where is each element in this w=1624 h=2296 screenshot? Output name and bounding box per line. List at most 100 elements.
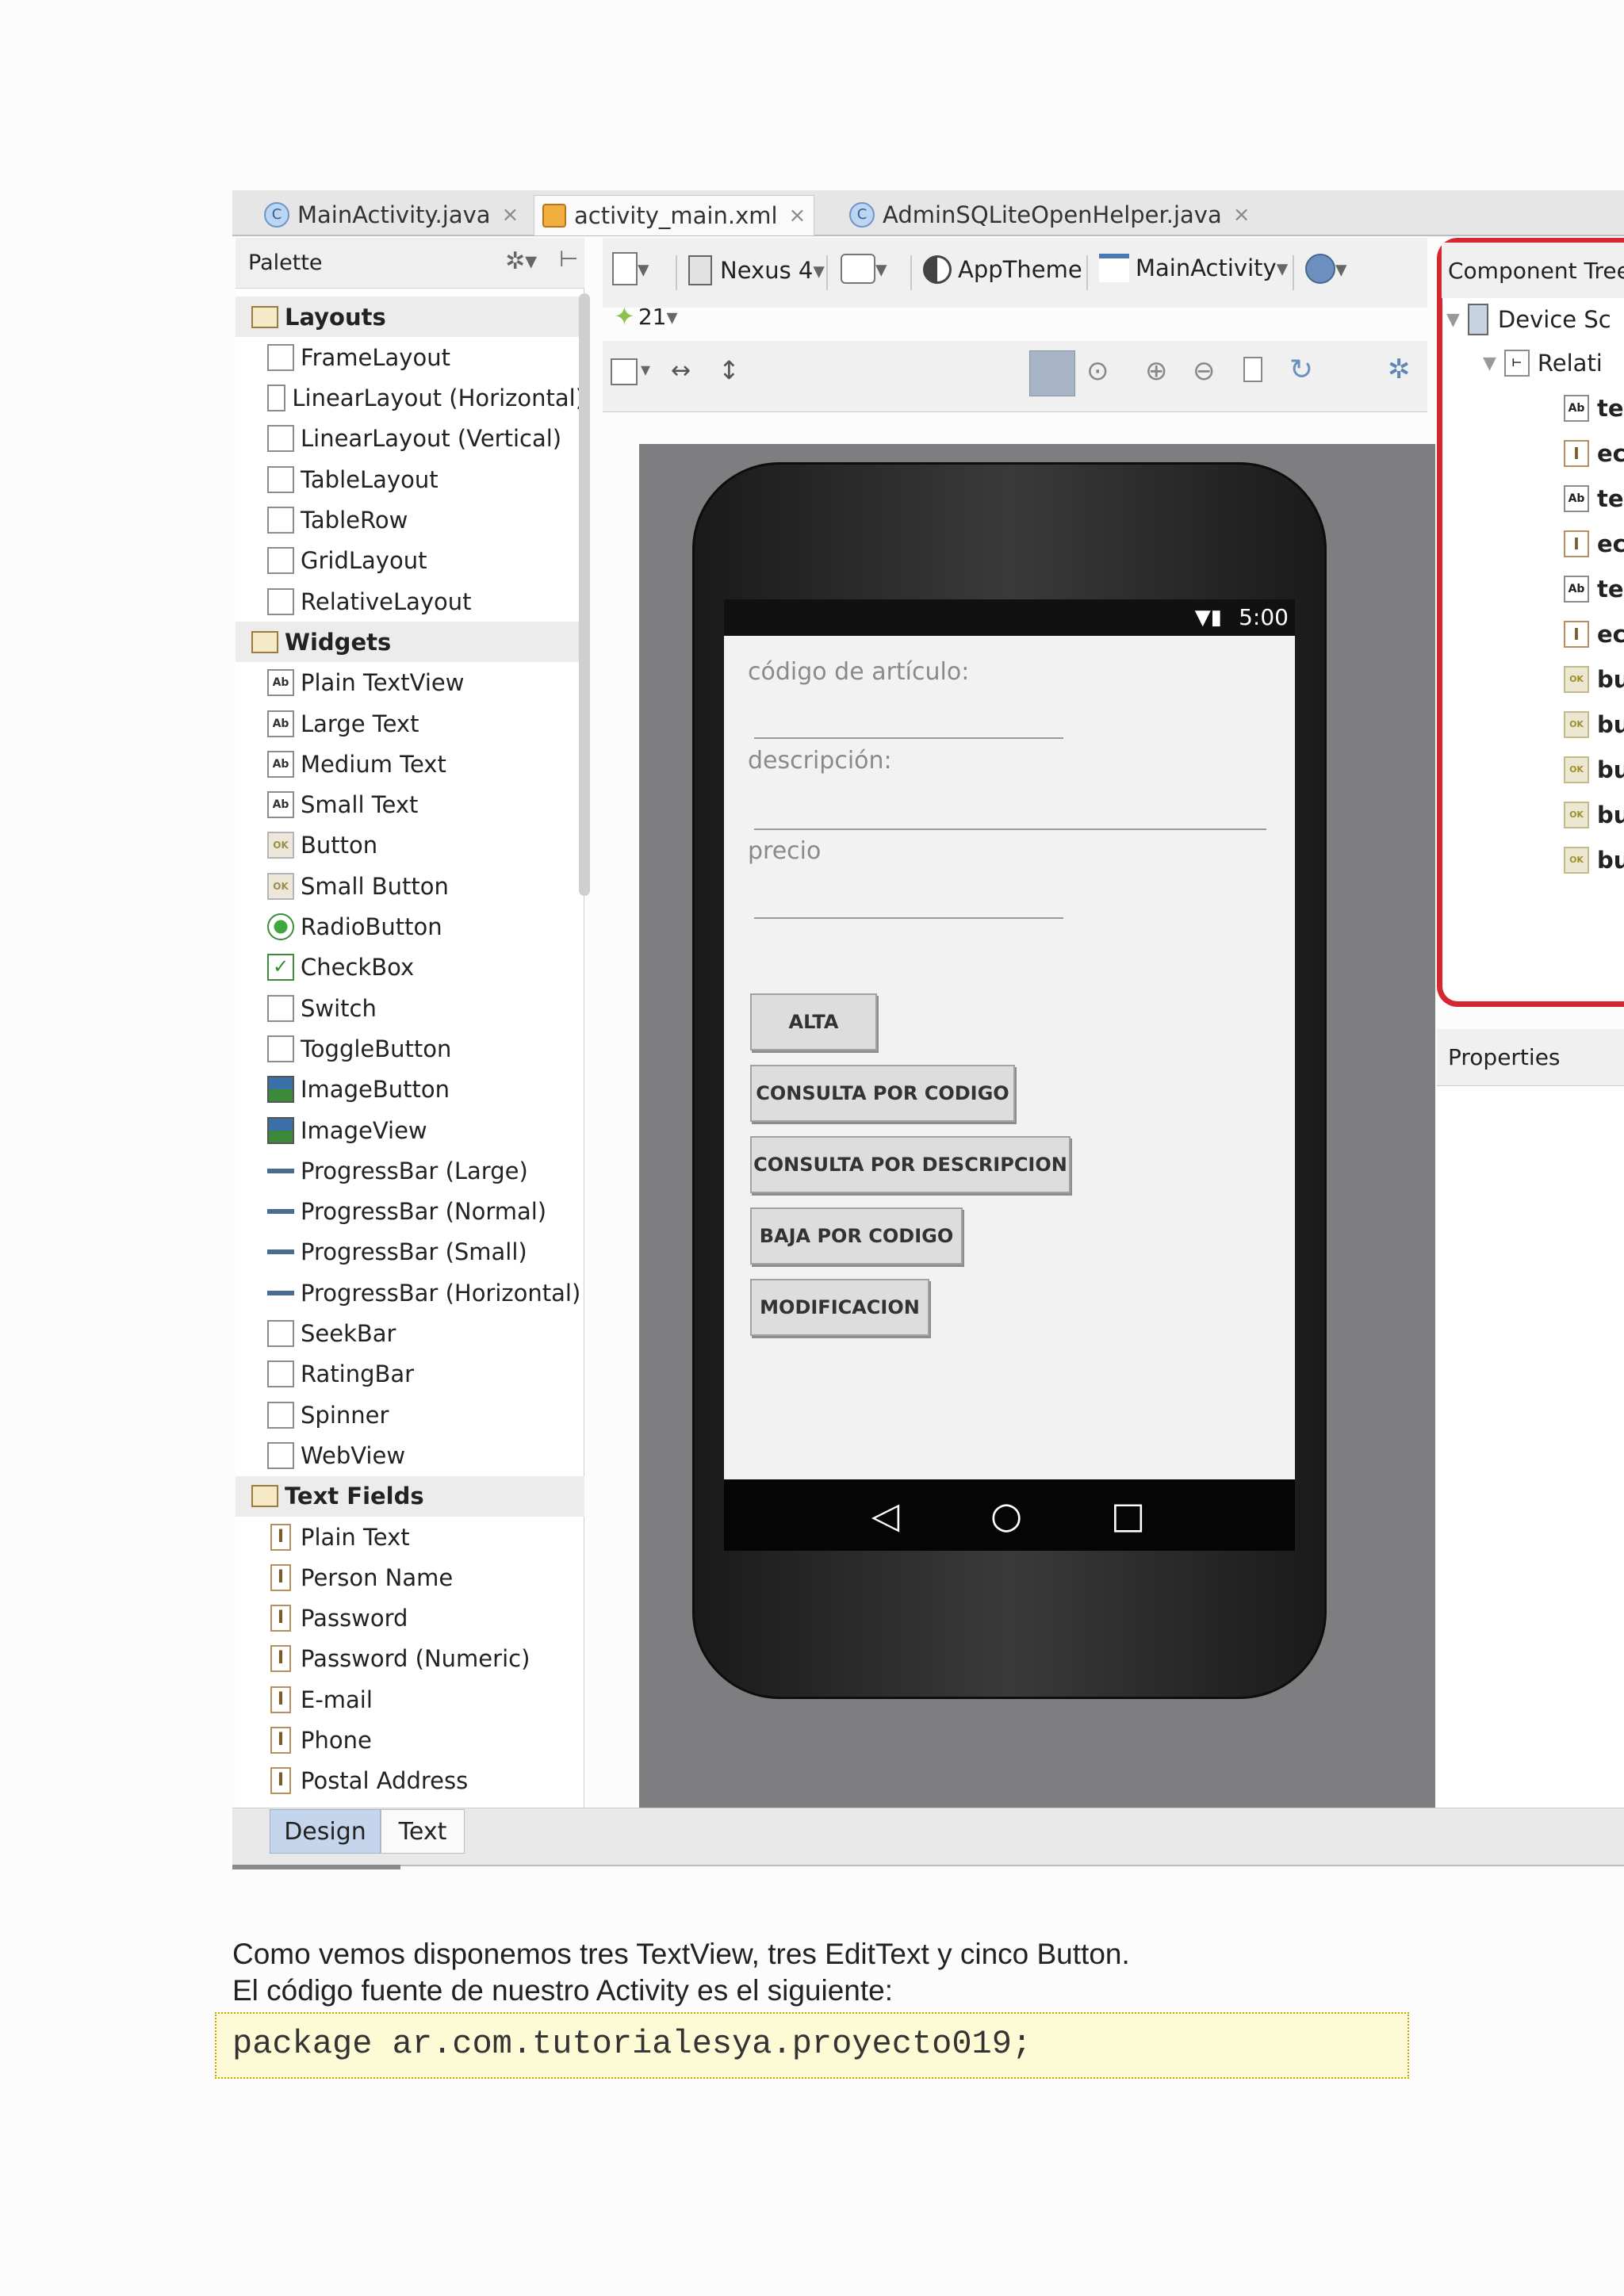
palette-item[interactable]: ImageButton bbox=[236, 1070, 584, 1110]
consulta-descripcion-button[interactable]: CONSULTA POR DESCRIPCION bbox=[750, 1136, 1071, 1193]
palette-item[interactable]: Ab Medium Text bbox=[236, 744, 584, 784]
palette-item[interactable]: WebView bbox=[236, 1435, 584, 1475]
label-descripcion[interactable]: descripción: bbox=[748, 747, 892, 775]
palette-item[interactable]: TableRow bbox=[236, 500, 584, 541]
widget-icon bbox=[267, 994, 294, 1022]
palette-item[interactable]: Switch bbox=[236, 988, 584, 1028]
tree-item-child[interactable]: OK bu bbox=[1564, 660, 1624, 699]
tree-item-child[interactable]: OK bu bbox=[1564, 795, 1624, 835]
tree-item-child[interactable]: Iec bbox=[1564, 524, 1624, 564]
collapse-panel-icon[interactable]: ⊢ bbox=[559, 246, 578, 272]
consulta-codigo-button[interactable]: CONSULTA POR CODIGO bbox=[750, 1065, 1015, 1122]
zoom-in-icon[interactable]: ⊕ bbox=[1145, 355, 1168, 387]
tree-item-child[interactable]: OK bu bbox=[1564, 750, 1624, 790]
palette-item[interactable]: SeekBar bbox=[236, 1314, 584, 1354]
tab-main-activity[interactable]: C MainActivity.java × bbox=[258, 195, 519, 235]
expand-vertical-icon[interactable]: ↕ bbox=[718, 355, 740, 385]
tab-activity-main-xml[interactable]: activity_main.xml × bbox=[534, 195, 815, 235]
device-preview-dropdown[interactable]: ▾ bbox=[612, 252, 649, 285]
palette-item[interactable]: I Postal Address bbox=[236, 1761, 584, 1801]
locale-dropdown[interactable]: ▾ bbox=[1305, 254, 1347, 284]
settings-gear-icon[interactable]: ✲ bbox=[1388, 354, 1411, 385]
close-icon[interactable]: × bbox=[789, 204, 806, 228]
tree-item-child[interactable]: OK bu bbox=[1564, 840, 1624, 880]
palette-item[interactable]: LinearLayout (Vertical) bbox=[236, 419, 584, 459]
palette-item[interactable]: ImageView bbox=[236, 1110, 584, 1150]
palette-category[interactable]: Widgets bbox=[236, 622, 584, 663]
tree-item-child[interactable]: Ab te bbox=[1564, 388, 1624, 428]
palette-category-label: Text Fields bbox=[285, 1483, 424, 1510]
tree-item-device-screen[interactable]: ▼ Device Sc bbox=[1443, 300, 1624, 339]
zoom-actual-icon[interactable]: ⊙ bbox=[1086, 355, 1109, 387]
baja-codigo-button[interactable]: BAJA POR CODIGO bbox=[750, 1207, 963, 1265]
palette-item[interactable]: I Phone bbox=[236, 1720, 584, 1761]
palette-category[interactable]: Text Fields bbox=[236, 1475, 584, 1517]
tree-item-relative-layout[interactable]: ▼ ⊢ Relati bbox=[1480, 343, 1624, 383]
widget-icon: I bbox=[270, 1727, 291, 1754]
api-level-dropdown[interactable]: ✦ 21 ▾ bbox=[614, 301, 678, 331]
chevron-down-icon[interactable]: ▾ bbox=[641, 358, 650, 381]
palette-item[interactable]: I Password (Numeric) bbox=[236, 1639, 584, 1679]
palette-item[interactable]: RelativeLayout bbox=[236, 581, 584, 622]
close-icon[interactable]: × bbox=[1233, 203, 1251, 227]
palette-item[interactable]: RatingBar bbox=[236, 1354, 584, 1395]
activity-dropdown[interactable]: MainActivity ▾ bbox=[1099, 254, 1288, 282]
horizontal-scrollbar[interactable] bbox=[232, 1865, 400, 1869]
palette-item[interactable]: ProgressBar (Normal) bbox=[236, 1192, 584, 1232]
widget-icon: I bbox=[270, 1605, 291, 1632]
tree-item-child[interactable]: Iec bbox=[1564, 614, 1624, 654]
palette-item[interactable]: ProgressBar (Small) bbox=[236, 1232, 584, 1272]
palette-item[interactable]: ✓ CheckBox bbox=[236, 947, 584, 988]
fit-screen-icon[interactable] bbox=[611, 358, 638, 385]
palette-item[interactable]: ProgressBar (Horizontal) bbox=[236, 1272, 584, 1313]
palette-item[interactable]: ToggleButton bbox=[236, 1028, 584, 1069]
palette-item[interactable]: Spinner bbox=[236, 1395, 584, 1435]
modificacion-button[interactable]: MODIFICACION bbox=[750, 1279, 929, 1336]
refresh-icon[interactable]: ↻ bbox=[1289, 354, 1313, 386]
palette-item-label: ImageView bbox=[301, 1116, 427, 1144]
palette-item[interactable]: FrameLayout bbox=[236, 337, 584, 377]
palette-scrollbar[interactable] bbox=[579, 293, 590, 896]
palette-item[interactable]: ProgressBar (Large) bbox=[236, 1150, 584, 1191]
palette-item[interactable]: I E-mail bbox=[236, 1679, 584, 1720]
theme-dropdown[interactable]: AppTheme bbox=[923, 255, 1082, 284]
palette-item[interactable]: I Person Name bbox=[236, 1557, 584, 1598]
screenshot-icon[interactable] bbox=[1243, 357, 1262, 382]
label-precio[interactable]: precio bbox=[748, 837, 821, 865]
tab-label: activity_main.xml bbox=[574, 202, 778, 229]
tree-item-child[interactable]: Iec bbox=[1564, 434, 1624, 473]
tree-item-child[interactable]: Ab te bbox=[1564, 479, 1624, 519]
palette-item[interactable]: RadioButton bbox=[236, 907, 584, 947]
edittext-precio[interactable] bbox=[754, 917, 1063, 919]
palette-item[interactable]: OK Small Button bbox=[236, 866, 584, 906]
tree-item-child[interactable]: Ab te bbox=[1564, 569, 1624, 609]
expand-horizontal-icon[interactable]: ↔ bbox=[671, 357, 691, 385]
component-tree-header: Component Tree bbox=[1442, 243, 1624, 298]
zoom-out-icon[interactable]: ⊖ bbox=[1193, 355, 1216, 387]
palette-item[interactable]: TableLayout bbox=[236, 459, 584, 499]
expand-arrow-icon[interactable]: ▼ bbox=[1483, 354, 1496, 373]
palette-item[interactable]: LinearLayout (Horizontal) bbox=[236, 378, 584, 419]
palette-category[interactable]: Layouts bbox=[236, 297, 584, 337]
select-mode-icon[interactable] bbox=[1029, 350, 1075, 396]
orientation-dropdown[interactable]: ▾ bbox=[841, 254, 887, 284]
palette-item[interactable]: GridLayout bbox=[236, 541, 584, 581]
device-dropdown[interactable]: Nexus 4 ▾ bbox=[688, 255, 825, 285]
tab-admin-sqlite-helper[interactable]: C AdminSQLiteOpenHelper.java × bbox=[843, 195, 1251, 235]
palette-item[interactable]: Ab Small Text bbox=[236, 785, 584, 825]
label-codigo[interactable]: código de artículo: bbox=[748, 658, 969, 686]
edittext-descripcion[interactable] bbox=[754, 828, 1266, 830]
expand-arrow-icon[interactable]: ▼ bbox=[1446, 310, 1460, 330]
palette-item[interactable]: I Plain Text bbox=[236, 1517, 584, 1557]
alta-button[interactable]: ALTA bbox=[750, 993, 877, 1050]
design-tab[interactable]: Design bbox=[270, 1809, 381, 1854]
palette-item[interactable]: I Password bbox=[236, 1598, 584, 1639]
edittext-codigo[interactable] bbox=[754, 737, 1063, 739]
palette-item[interactable]: Ab Plain TextView bbox=[236, 663, 584, 703]
gear-icon[interactable]: ✲▾ bbox=[505, 247, 537, 275]
close-icon[interactable]: × bbox=[502, 203, 519, 227]
palette-item[interactable]: Ab Large Text bbox=[236, 703, 584, 744]
tree-item-child[interactable]: OK bu bbox=[1564, 705, 1624, 744]
text-tab[interactable]: Text bbox=[381, 1809, 465, 1854]
palette-item[interactable]: OK Button bbox=[236, 825, 584, 866]
